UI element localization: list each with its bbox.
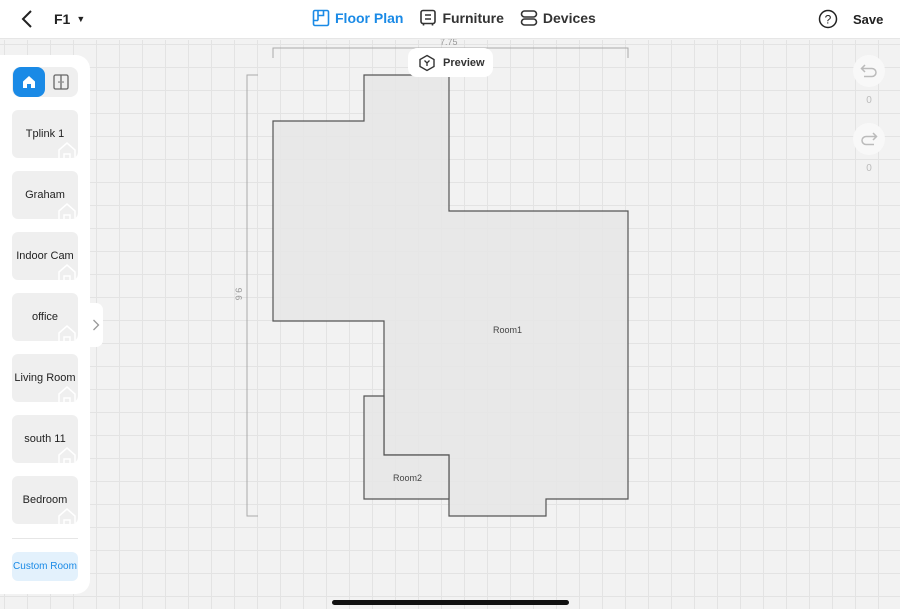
rooms-view-button[interactable] xyxy=(13,67,45,97)
room-card[interactable]: south 11 xyxy=(12,415,78,463)
floor-label: F1 xyxy=(54,11,71,27)
caret-down-icon: ▼ xyxy=(76,14,86,24)
tab-floor-plan-label: Floor Plan xyxy=(335,10,404,26)
room-card[interactable]: Tplink 1 xyxy=(12,110,78,158)
room-card-label: Bedroom xyxy=(22,494,68,506)
home-watermark-icon xyxy=(58,447,76,463)
cube-3d-icon xyxy=(419,54,435,71)
room-card[interactable]: Living Room xyxy=(12,354,78,402)
home-watermark-icon xyxy=(58,142,76,158)
undo-button[interactable] xyxy=(853,55,885,87)
tab-floor-plan[interactable]: Floor Plan xyxy=(312,9,403,27)
height-dimension-line xyxy=(246,74,258,517)
room-card[interactable]: Indoor Cam xyxy=(12,232,78,280)
preview-label: Preview xyxy=(443,56,485,69)
tab-devices[interactable]: Devices xyxy=(520,9,596,27)
redo-button[interactable] xyxy=(853,123,885,155)
redo-icon xyxy=(861,132,878,146)
furniture-icon xyxy=(420,9,437,26)
home-watermark-icon xyxy=(58,325,76,341)
home-watermark-icon xyxy=(58,203,76,219)
room-card[interactable]: Graham xyxy=(12,171,78,219)
save-button[interactable]: Save xyxy=(853,12,883,27)
home-watermark-icon xyxy=(58,264,76,280)
floor-plan-icon xyxy=(312,9,330,27)
room-card-label: Graham xyxy=(25,189,65,201)
room-card-label: Living Room xyxy=(14,372,76,384)
height-dimension-label: 9.6 xyxy=(233,287,244,301)
home-watermark-icon xyxy=(58,508,76,524)
room-card[interactable]: office xyxy=(12,293,78,341)
room-card-label: Indoor Cam xyxy=(16,250,74,262)
room1-label[interactable]: Room1 xyxy=(493,325,522,335)
room-card-label: Tplink 1 xyxy=(25,128,65,140)
room-card-label: south 11 xyxy=(24,433,66,445)
chevron-right-icon xyxy=(92,319,99,331)
devices-icon xyxy=(520,10,538,26)
floor-selector[interactable]: F1 ▼ xyxy=(54,11,85,27)
room2-label[interactable]: Room2 xyxy=(393,473,422,483)
home-indicator xyxy=(332,600,569,605)
room-card-label: office xyxy=(31,311,59,323)
undo-icon xyxy=(860,64,877,78)
undo-count: 0 xyxy=(866,95,872,106)
door-icon[interactable] xyxy=(52,73,70,91)
custom-room-button[interactable]: Custom Room xyxy=(12,552,78,581)
sidebar-divider xyxy=(12,538,78,539)
preview-button[interactable]: Preview xyxy=(408,48,493,77)
tab-furniture-label: Furniture xyxy=(442,10,504,26)
home-icon xyxy=(23,76,35,88)
tab-furniture[interactable]: Furniture xyxy=(419,9,504,27)
room1-shape[interactable] xyxy=(272,74,629,517)
room-card[interactable]: Bedroom xyxy=(12,476,78,524)
top-bar: F1 ▼ Floor Plan Furniture Devices ? Save xyxy=(0,0,900,39)
back-arrow-icon[interactable] xyxy=(18,9,38,29)
room-sidebar: Tplink 1 Graham Indoor Cam office Living… xyxy=(0,55,90,594)
floor-plan-drawing xyxy=(246,47,629,517)
help-icon[interactable]: ? xyxy=(818,9,838,29)
view-toggle xyxy=(12,67,78,97)
tab-devices-label: Devices xyxy=(542,10,596,26)
sidebar-collapse-button[interactable] xyxy=(88,303,103,347)
svg-text:?: ? xyxy=(825,13,832,27)
home-watermark-icon xyxy=(58,386,76,402)
redo-count: 0 xyxy=(866,163,872,174)
